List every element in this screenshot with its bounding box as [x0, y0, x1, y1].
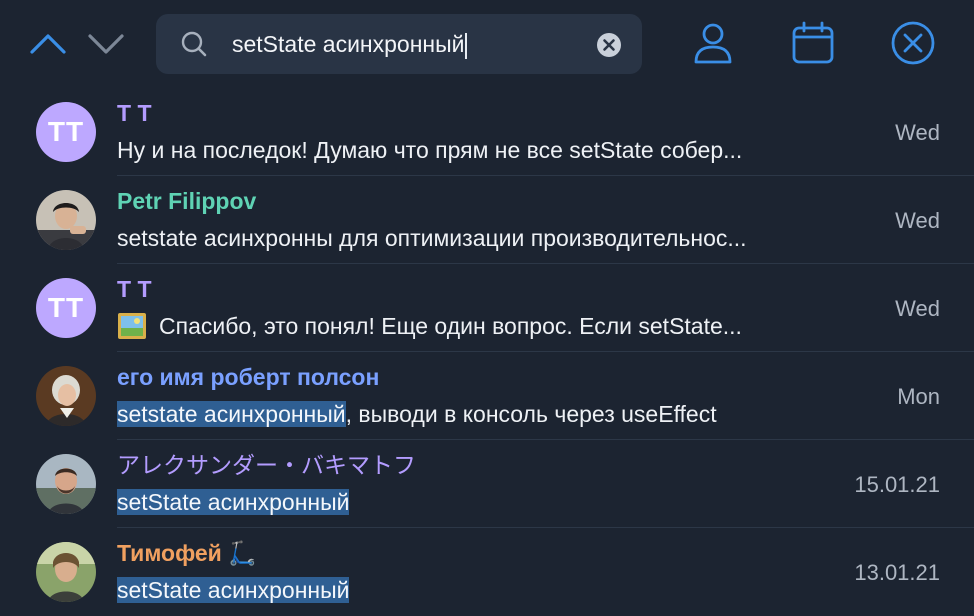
sender-name: Тимофей 🛴 [117, 540, 257, 566]
calendar-icon[interactable] [790, 20, 836, 71]
message-date: 15.01.21 [854, 472, 940, 497]
message-date: Wed [895, 120, 940, 145]
message-preview: Ну и на последок! Думаю что прям не все … [117, 137, 743, 163]
sender-name: Petr Filippov [117, 188, 257, 214]
message-preview: Спасибо, это понял! Еще один вопрос. Есл… [117, 312, 742, 340]
avatar [36, 542, 96, 602]
close-icon[interactable] [890, 20, 936, 71]
message-preview: setstate асинхронный, выводи в консоль ч… [117, 401, 717, 427]
avatar [36, 366, 96, 426]
result-row[interactable]: Petr Filippov setstate асинхронны для оп… [0, 176, 974, 264]
avatar: TT [36, 102, 96, 162]
sender-name: アレクサンダー・バキマトフ [117, 452, 416, 478]
chevron-up-icon[interactable] [28, 26, 68, 62]
result-row[interactable]: Тимофей 🛴 setState асинхронный 13.01.21 [0, 528, 974, 616]
search-field[interactable]: setState асинхронный [156, 14, 642, 74]
user-icon[interactable] [690, 20, 736, 71]
search-results-list: TT T T Ну и на последок! Думаю что прям … [0, 88, 974, 616]
search-icon [180, 30, 208, 63]
message-preview: setstate асинхронны для оптимизации прои… [117, 225, 747, 251]
avatar [36, 190, 96, 250]
message-preview: setState асинхронный [117, 488, 350, 516]
result-row[interactable]: TT T T Спасибо, это понял! Еще один вопр… [0, 264, 974, 352]
chevron-down-icon[interactable] [86, 26, 126, 62]
search-input[interactable]: setState асинхронный [232, 30, 468, 59]
sender-name: его имя роберт полсон [117, 364, 380, 390]
result-row[interactable]: его имя роберт полсон setstate асинхронн… [0, 352, 974, 440]
search-match-highlight: setstate асинхронный [117, 401, 346, 427]
message-date: Mon [897, 384, 940, 409]
message-date: 13.01.21 [854, 560, 940, 585]
result-row[interactable]: アレクサンダー・バキマトフ setState асинхронный 15.01… [0, 440, 974, 528]
avatar [36, 454, 96, 514]
message-preview: setState асинхронный [117, 576, 350, 604]
result-row[interactable]: TT T T Ну и на последок! Думаю что прям … [0, 88, 974, 176]
clear-icon[interactable] [596, 32, 622, 63]
avatar: TT [36, 278, 96, 338]
search-match-highlight: setState асинхронный [117, 577, 350, 603]
message-date: Wed [895, 296, 940, 321]
sender-name: T T [117, 100, 152, 126]
search-match-highlight: setState асинхронный [117, 489, 350, 515]
search-toolbar: setState асинхронный [0, 0, 974, 88]
text-caret [465, 32, 468, 59]
message-date: Wed [895, 208, 940, 233]
photo-icon [117, 312, 147, 340]
sender-name: T T [117, 276, 152, 302]
